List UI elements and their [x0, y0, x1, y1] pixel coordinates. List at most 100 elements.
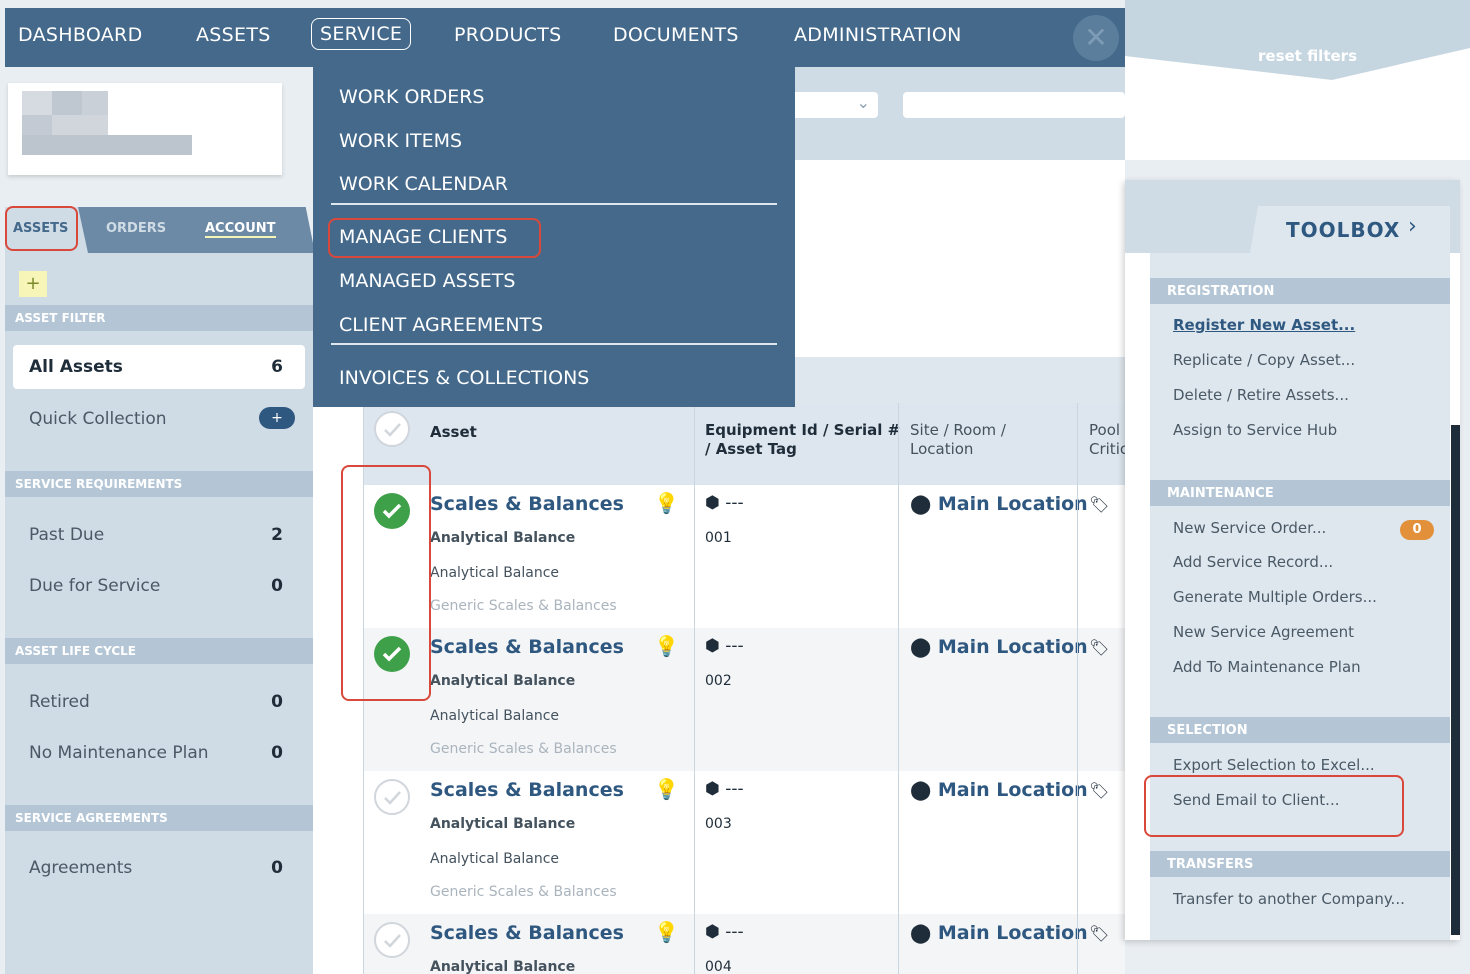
- col-equipment-id[interactable]: Equipment Id / Serial #: [705, 421, 900, 439]
- column-divider: [694, 403, 695, 974]
- sidebar-item-label: Quick Collection: [29, 409, 167, 429]
- location[interactable]: ⬤ Main Location: [910, 922, 1088, 944]
- tab-orders[interactable]: ORDERS: [106, 221, 166, 236]
- map-pin-icon: ⬤: [910, 779, 932, 801]
- register-new-asset-link[interactable]: Register New Asset...: [1173, 316, 1355, 334]
- nav-products[interactable]: PRODUCTS: [454, 24, 561, 46]
- nav-assets[interactable]: ASSETS: [196, 24, 271, 46]
- menu-item-work-calendar[interactable]: WORK CALENDAR: [339, 173, 508, 195]
- sidebar-item-quick-collection[interactable]: Quick Collection +: [13, 397, 305, 441]
- serial-number: 004: [705, 959, 732, 974]
- location[interactable]: ⬤ Main Location: [910, 636, 1088, 658]
- add-service-record-link[interactable]: Add Service Record...: [1173, 553, 1333, 571]
- search-input[interactable]: [903, 92, 1125, 118]
- sidebar-item-due-for-service[interactable]: Due for Service 0: [13, 564, 305, 608]
- col-asset[interactable]: Asset: [430, 423, 477, 441]
- delete-retire-assets-link[interactable]: Delete / Retire Assets...: [1173, 386, 1349, 404]
- tab-account[interactable]: ACCOUNT: [205, 221, 276, 238]
- asset-title[interactable]: Scales & Balances: [430, 922, 624, 944]
- sidebar-item-past-due[interactable]: Past Due 2: [13, 513, 305, 557]
- menu-item-managed-assets[interactable]: MANAGED ASSETS: [339, 270, 515, 292]
- chevron-right-icon[interactable]: ›: [1408, 214, 1417, 239]
- menu-divider: [331, 343, 777, 345]
- column-divider: [1077, 403, 1078, 974]
- table-row[interactable]: Scales & Balances 💡 Analytical Balance A…: [363, 771, 1125, 914]
- asset-life-cycle-header: ASSET LIFE CYCLE: [5, 638, 313, 664]
- sidebar-item-count: 6: [271, 357, 283, 377]
- asset-model: Analytical Balance: [430, 565, 560, 581]
- asset-category: Generic Scales & Balances: [430, 598, 617, 614]
- lightbulb-icon: 💡: [654, 491, 679, 515]
- company-logo: [8, 83, 282, 175]
- lightbulb-icon: 💡: [654, 777, 679, 801]
- box-icon: ⬢: [705, 922, 720, 942]
- row-checkbox[interactable]: [374, 779, 410, 815]
- add-collection-icon[interactable]: +: [259, 407, 295, 429]
- sidebar-item-count: 0: [271, 576, 283, 596]
- assign-service-hub-link[interactable]: Assign to Service Hub: [1173, 421, 1337, 439]
- tag-icon: 🏷: [1089, 638, 1110, 657]
- serial-number: 002: [705, 673, 732, 689]
- box-icon: ⬢: [705, 493, 720, 513]
- table-row[interactable]: Scales & Balances 💡 Analytical Balance A…: [363, 485, 1125, 628]
- equipment-id: ⬢ ---: [705, 493, 744, 513]
- location[interactable]: ⬤ Main Location: [910, 779, 1088, 801]
- col-pool[interactable]: Pool: [1089, 421, 1120, 439]
- highlight-assets-tab: [5, 206, 78, 251]
- map-pin-icon: ⬤: [910, 922, 932, 944]
- sidebar-item-count: 2: [271, 525, 283, 545]
- transfer-company-link[interactable]: Transfer to another Company...: [1173, 890, 1405, 908]
- sidebar-item-count: 0: [271, 743, 283, 763]
- asset-filter-header: ASSET FILTER: [5, 305, 313, 331]
- tag-icon: 🏷: [1089, 495, 1110, 514]
- nav-service[interactable]: SERVICE: [311, 18, 412, 50]
- column-divider: [898, 403, 899, 974]
- asset-title[interactable]: Scales & Balances: [430, 636, 624, 658]
- selection-header: SELECTION: [1150, 717, 1450, 743]
- col-site[interactable]: Site / Room /: [910, 421, 1006, 439]
- toolbox-title: TOOLBOX: [1286, 218, 1401, 242]
- nav-documents[interactable]: DOCUMENTS: [613, 24, 739, 46]
- asset-category: Generic Scales & Balances: [430, 741, 617, 757]
- toolbox-scrollbar[interactable]: [1451, 425, 1460, 935]
- generate-multiple-orders-link[interactable]: Generate Multiple Orders...: [1173, 588, 1377, 606]
- tag-icon: 🏷: [1089, 924, 1110, 943]
- table-row[interactable]: Scales & Balances 💡 Analytical Balance A…: [363, 628, 1125, 771]
- new-service-agreement-link[interactable]: New Service Agreement: [1173, 623, 1354, 641]
- sidebar-item-no-maintenance-plan[interactable]: No Maintenance Plan 0: [13, 731, 305, 775]
- row-checkbox[interactable]: [374, 922, 410, 958]
- sidebar-item-agreements[interactable]: Agreements 0: [13, 846, 305, 890]
- menu-item-client-agreements[interactable]: CLIENT AGREEMENTS: [339, 314, 543, 336]
- reset-filters-link[interactable]: reset filters: [1258, 47, 1357, 65]
- nav-administration[interactable]: ADMINISTRATION: [794, 24, 962, 46]
- asset-title[interactable]: Scales & Balances: [430, 779, 624, 801]
- asset-type: Analytical Balance: [430, 816, 576, 832]
- menu-item-work-items[interactable]: WORK ITEMS: [339, 130, 462, 152]
- table-row[interactable]: Scales & Balances 💡 Analytical Balance ⬢…: [363, 914, 1125, 974]
- location[interactable]: ⬤ Main Location: [910, 493, 1088, 515]
- close-icon[interactable]: ✕: [1073, 15, 1119, 61]
- asset-title[interactable]: Scales & Balances: [430, 493, 624, 515]
- sidebar-item-label: Due for Service: [29, 576, 161, 596]
- replicate-asset-link[interactable]: Replicate / Copy Asset...: [1173, 351, 1355, 369]
- table-header: Asset Equipment Id / Serial # / Asset Ta…: [363, 403, 1128, 485]
- menu-item-invoices-collections[interactable]: INVOICES & COLLECTIONS: [339, 367, 589, 389]
- order-count-badge: 0: [1400, 520, 1434, 540]
- export-selection-excel-link[interactable]: Export Selection to Excel...: [1173, 756, 1375, 774]
- highlight-selected-rows: [341, 465, 431, 701]
- new-service-order-link[interactable]: New Service Order...: [1173, 519, 1326, 537]
- sidebar-item-label: No Maintenance Plan: [29, 743, 209, 763]
- tag-icon: 🏷: [1089, 781, 1110, 800]
- sidebar-item-all-assets[interactable]: All Assets 6: [13, 345, 305, 389]
- sidebar-item-label: All Assets: [29, 357, 123, 377]
- select-all-checkbox[interactable]: [374, 411, 410, 447]
- asset-model: Analytical Balance: [430, 708, 560, 724]
- menu-item-work-orders[interactable]: WORK ORDERS: [339, 86, 485, 108]
- nav-dashboard[interactable]: DASHBOARD: [18, 24, 143, 46]
- add-button[interactable]: +: [19, 271, 47, 297]
- add-maintenance-plan-link[interactable]: Add To Maintenance Plan: [1173, 658, 1361, 676]
- highlight-manage-clients: [328, 218, 541, 258]
- col-location: Location: [910, 440, 974, 458]
- filter-dropdown[interactable]: ⌄: [790, 92, 878, 118]
- sidebar-item-retired[interactable]: Retired 0: [13, 680, 305, 724]
